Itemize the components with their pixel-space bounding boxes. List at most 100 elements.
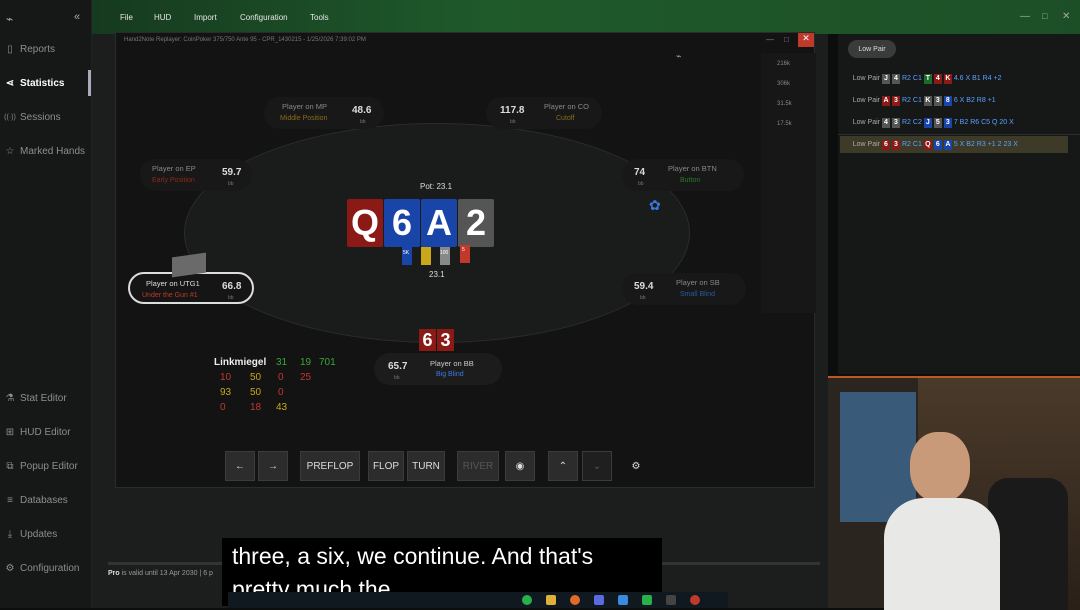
sidebar-item-hud-editor[interactable]: ⊞ HUD Editor	[4, 423, 88, 441]
next-action-button[interactable]: →	[258, 451, 288, 481]
sidebar-item-stat-editor[interactable]: ⚗ Stat Editor	[4, 389, 88, 407]
minimize-icon[interactable]: —	[1020, 11, 1030, 22]
close-icon[interactable]: ✕	[1062, 11, 1070, 22]
replayer-settings-button[interactable]: ⚙	[621, 451, 651, 481]
card-rank: 6	[391, 202, 413, 243]
menu-hud[interactable]: HUD	[154, 13, 171, 22]
card-rank: 3	[440, 329, 451, 350]
replayer-maximize-icon[interactable]: □	[784, 35, 789, 44]
preflop-button[interactable]: PREFLOP	[300, 451, 360, 481]
hand-list-panel: Low Pair J4 R2 C1 T4K 4.6 X B1 R4 +2 Low…	[838, 34, 1080, 374]
hud-stat: 701	[319, 357, 336, 368]
turn-button[interactable]: TURN	[407, 451, 445, 481]
hand-row[interactable]: Low Pair A3 R2 C1 K38 6 X B2 R8 +1	[840, 92, 1068, 109]
maximize-icon[interactable]: □	[1042, 11, 1047, 21]
flop-button[interactable]: FLOP	[368, 451, 404, 481]
mini-card: 4	[882, 117, 890, 128]
hand-row[interactable]: Low Pair J4 R2 C1 T4K 4.6 X B1 R4 +2	[840, 70, 1068, 87]
seat-position: Cutoff	[556, 115, 575, 122]
sidebar-item-databases[interactable]: ≡ Databases	[4, 491, 88, 509]
hand-actions: R2 C1	[902, 75, 922, 82]
seat-utg1[interactable]: Player on UTG1 Under the Gun #1 66.8 bb	[128, 272, 254, 304]
prev-action-button[interactable]: ←	[225, 451, 255, 481]
seat-position: Middle Position	[280, 115, 328, 122]
folder-icon[interactable]	[546, 595, 556, 605]
show-cards-button[interactable]: ◉	[505, 451, 535, 481]
card-rank: A	[426, 202, 452, 243]
hand-up-button[interactable]: ⌃	[548, 451, 578, 481]
sidebar-item-reports[interactable]: ▯ Reports	[4, 40, 88, 58]
mini-card: T	[923, 73, 932, 84]
hand-actions: R2 C1	[902, 141, 922, 148]
hud-stat: 31	[276, 357, 288, 368]
sidebar-item-label: Popup Editor	[20, 460, 78, 472]
seat-stack: 65.7	[388, 361, 408, 372]
mini-card: 3	[892, 139, 900, 150]
hand2note-icon[interactable]	[666, 595, 676, 605]
seat-bb: bb	[228, 181, 234, 187]
spotify-icon[interactable]	[522, 595, 532, 605]
menu-file[interactable]: File	[120, 13, 133, 22]
active-indicator	[88, 70, 91, 96]
hud-stat: 43	[276, 402, 288, 413]
person-head-image	[910, 432, 970, 502]
seat-sb[interactable]: 59.4 bb Player on SB Small Blind	[622, 273, 746, 305]
seat-position: Under the Gun #1	[142, 292, 198, 299]
sidebar-item-popup-editor[interactable]: ⧉ Popup Editor	[4, 457, 88, 475]
seat-position: Small Blind	[680, 291, 716, 298]
mini-card: A	[882, 95, 890, 106]
collapse-sidebar-icon[interactable]: «	[74, 11, 80, 23]
sidebar-item-statistics[interactable]: ⋖ Statistics	[4, 74, 88, 92]
hand-row-selected[interactable]: Low Pair 63 R2 C1 Q6A 5 X B2 R3 +1 2 23 …	[840, 136, 1068, 153]
seat-ep[interactable]: Player on EP Early Position 59.7 bb	[140, 159, 252, 191]
seat-name: Player on BTN	[668, 164, 717, 173]
popup-editor-icon: ⧉	[6, 460, 14, 472]
mini-card: 3	[943, 117, 952, 128]
chip-label: 5	[462, 247, 465, 253]
statistics-icon: ⋖	[5, 77, 15, 89]
sidebar-item-updates[interactable]: ⤓ Updates	[4, 525, 88, 543]
stat-editor-icon: ⚗	[5, 392, 15, 404]
discord-icon[interactable]	[594, 595, 604, 605]
whatsapp-icon[interactable]	[642, 595, 652, 605]
hand-row[interactable]: Low Pair 43 R2 C2 J53 7 B2 R6 C5 Q 20 X	[840, 114, 1068, 131]
seat-mp[interactable]: Player on MP Middle Position 48.6 bb	[264, 97, 384, 129]
filter-chip-low-pair[interactable]: Low Pair	[848, 40, 896, 58]
side-value: 306k	[777, 81, 791, 87]
replayer-title: Hand2Note Replayer: CoinPoker 375/750 An…	[124, 37, 366, 43]
license-status: Pro is valid until 13 Apr 2030 | 6 p	[108, 570, 213, 577]
seat-bb: bb	[394, 375, 400, 381]
hand-label: Low Pair	[852, 97, 880, 104]
seat-btn[interactable]: 74 bb Player on BTN Button	[622, 159, 744, 191]
firefox-icon[interactable]	[570, 595, 580, 605]
browser-icon[interactable]	[618, 595, 628, 605]
reports-icon: ▯	[7, 43, 13, 55]
button-label: FLOP	[372, 460, 400, 472]
sidebar-item-configuration[interactable]: ⚙ Configuration	[4, 559, 88, 577]
sidebar-item-sessions[interactable]: ((·)) Sessions	[4, 108, 88, 126]
hero-card: 3	[437, 329, 454, 351]
menu-import[interactable]: Import	[194, 13, 217, 22]
sidebar-item-label: Statistics	[20, 77, 65, 89]
seat-co[interactable]: 117.8 bb Player on CO Cutoff	[486, 97, 602, 129]
sidebar-item-marked-hands[interactable]: ☆ Marked Hands	[4, 142, 88, 160]
seat-bb-hero[interactable]: 65.7 bb Player on BB Big Blind	[374, 353, 502, 385]
app-icon[interactable]	[690, 595, 700, 605]
hud-stat: 93	[220, 387, 232, 398]
chip-label: 100	[440, 250, 449, 256]
divider	[838, 134, 1080, 135]
hud-stat: 50	[250, 372, 262, 383]
mini-card: J	[923, 117, 932, 128]
hud-editor-icon: ⊞	[5, 426, 15, 438]
replayer-minimize-icon[interactable]: —	[766, 35, 774, 44]
menu-configuration[interactable]: Configuration	[240, 13, 288, 22]
app-logo-icon: ⌁	[6, 12, 14, 26]
menu-tools[interactable]: Tools	[310, 13, 329, 22]
dealer-button-icon: ✿	[649, 197, 661, 213]
replayer-close-button[interactable]: ✕	[798, 33, 814, 47]
hand-replayer-window: Hand2Note Replayer: CoinPoker 375/750 An…	[115, 32, 816, 488]
river-button[interactable]: RIVER	[457, 451, 499, 481]
side-value: 216k	[777, 61, 791, 67]
hand-down-button[interactable]: ⌄	[582, 451, 612, 481]
sidebar-item-label: Marked Hands	[20, 145, 86, 157]
